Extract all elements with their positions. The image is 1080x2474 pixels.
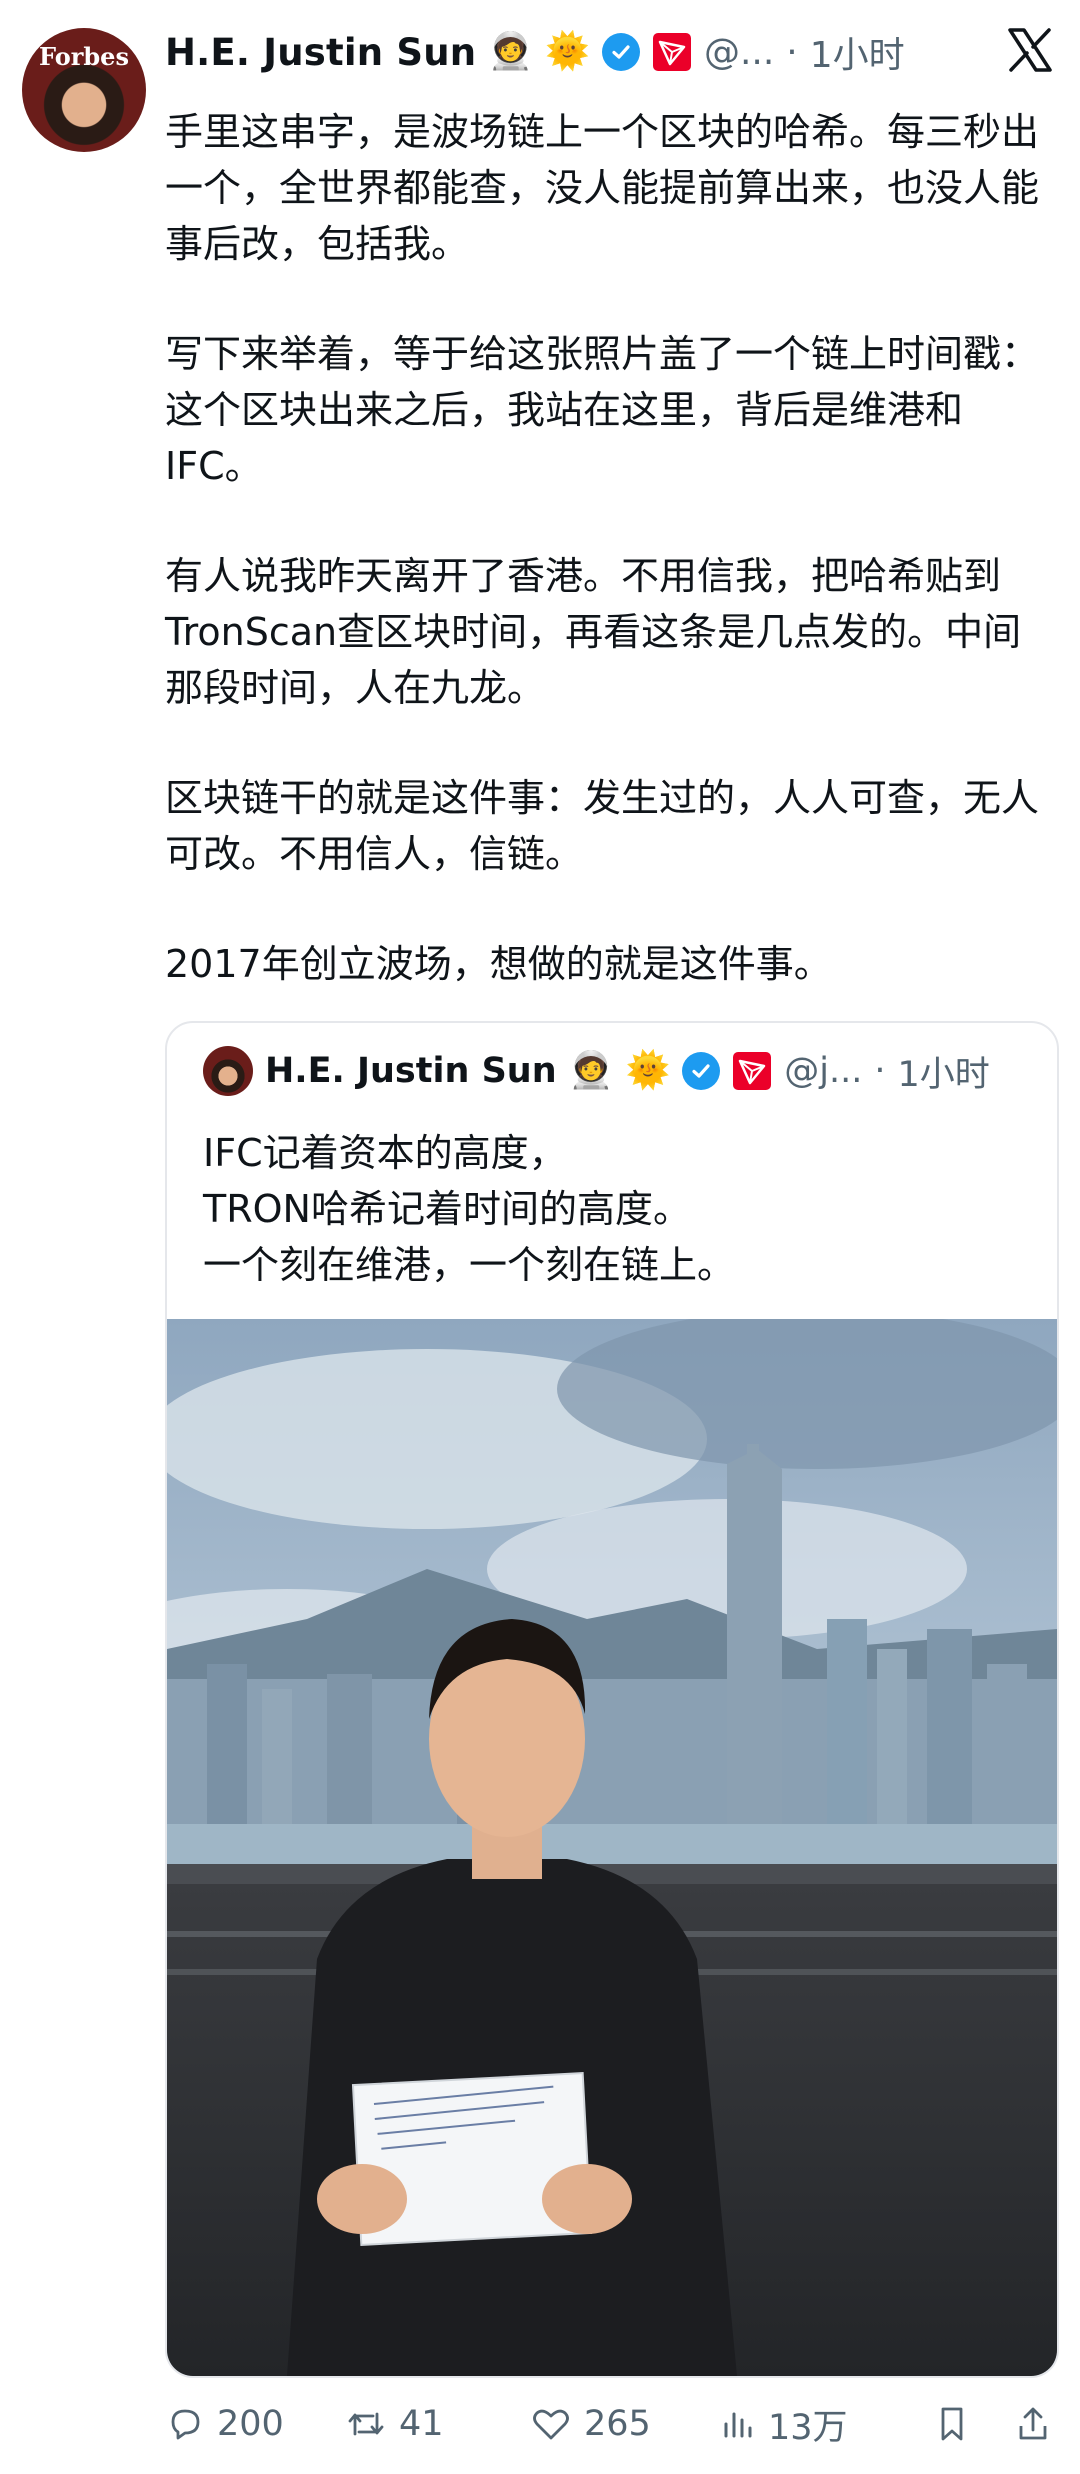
quoted-post-text: IFC记着资本的高度， TRON哈希记着时间的高度。 一个刻在维港，一个刻在链上… bbox=[203, 1131, 736, 1287]
share-button[interactable] bbox=[1015, 2404, 1065, 2444]
post-paragraph: 2017年创立波场，想做的就是这件事。 bbox=[165, 942, 832, 986]
views-button[interactable]: 13万 bbox=[720, 2399, 935, 2450]
tron-logo-icon bbox=[652, 32, 692, 72]
post-time[interactable]: 1小时 bbox=[810, 26, 905, 78]
author-avatar[interactable]: Forbes bbox=[22, 28, 146, 152]
reply-icon bbox=[171, 2409, 200, 2440]
astronaut-emoji: 🧑‍🚀 bbox=[488, 31, 534, 72]
quoted-author-handle[interactable]: @j... bbox=[784, 1051, 862, 1091]
bookmark-icon bbox=[941, 2407, 963, 2441]
separator-dot: · bbox=[874, 1051, 886, 1091]
like-button[interactable]: 265 bbox=[530, 2404, 720, 2444]
quoted-author-name[interactable]: H.E. Justin Sun bbox=[265, 1051, 557, 1091]
post-paragraph: 有人说我昨天离开了香港。不用信我，把哈希贴到TronScan查区块时间，再看这条… bbox=[165, 554, 1022, 710]
avatar-brand-text: Forbes bbox=[39, 42, 129, 71]
post-body: 手里这串字，是波场链上一个区块的哈希。每三秒出一个，全世界都能查，没人能提前算出… bbox=[165, 104, 1055, 1046]
astronaut-emoji: 🧑‍🚀 bbox=[568, 1050, 614, 1091]
sun-emoji: 🌞 bbox=[545, 31, 590, 72]
verified-badge-icon bbox=[682, 1052, 721, 1090]
reply-count: 200 bbox=[217, 2404, 284, 2444]
like-count: 265 bbox=[584, 2404, 651, 2444]
quoted-post-card[interactable]: H.E. Justin Sun 🧑‍🚀 🌞 @j... · 1小时 IFC记着资… bbox=[165, 1021, 1059, 2378]
post-paragraph: 手里这串字，是波场链上一个区块的哈希。每三秒出一个，全世界都能查，没人能提前算出… bbox=[165, 110, 1040, 266]
harbour-photo-illustration bbox=[167, 1319, 1057, 2376]
heart-icon bbox=[533, 2409, 569, 2440]
sun-emoji: 🌞 bbox=[625, 1050, 671, 1091]
author-handle[interactable]: @... bbox=[704, 32, 774, 73]
share-icon bbox=[1019, 2407, 1047, 2440]
views-chart-icon bbox=[724, 2412, 752, 2438]
post-action-bar: 200 41 265 13万 bbox=[165, 2397, 1065, 2451]
reply-button[interactable]: 200 bbox=[165, 2404, 345, 2444]
bookmark-button[interactable] bbox=[935, 2404, 1015, 2444]
x-logo-icon[interactable] bbox=[1004, 24, 1056, 76]
post-paragraph: 区块链干的就是这件事：发生过的，人人可查，无人可改。不用信人，信链。 bbox=[165, 776, 1040, 876]
quoted-post-header: H.E. Justin Sun 🧑‍🚀 🌞 @j... · 1小时 bbox=[203, 1045, 990, 1097]
post-paragraph: 写下来举着，等于给这张照片盖了一个链上时间戳：这个区块出来之后，我站在这里，背后… bbox=[165, 332, 1040, 488]
repost-count: 41 bbox=[399, 2404, 444, 2444]
author-name[interactable]: H.E. Justin Sun bbox=[165, 31, 476, 74]
tron-logo-icon bbox=[732, 1051, 772, 1091]
verified-badge-icon bbox=[601, 33, 640, 71]
post-header: H.E. Justin Sun 🧑‍🚀 🌞 @... · 1小时 bbox=[165, 24, 1015, 80]
separator-dot: · bbox=[786, 31, 798, 73]
repost-button[interactable]: 41 bbox=[345, 2404, 530, 2444]
quoted-post-time[interactable]: 1小时 bbox=[898, 1046, 990, 1097]
quoted-post-photo[interactable] bbox=[167, 1319, 1057, 2376]
views-count: 13万 bbox=[768, 2407, 848, 2448]
repost-icon bbox=[348, 2412, 384, 2436]
quoted-author-avatar[interactable] bbox=[203, 1046, 253, 1096]
